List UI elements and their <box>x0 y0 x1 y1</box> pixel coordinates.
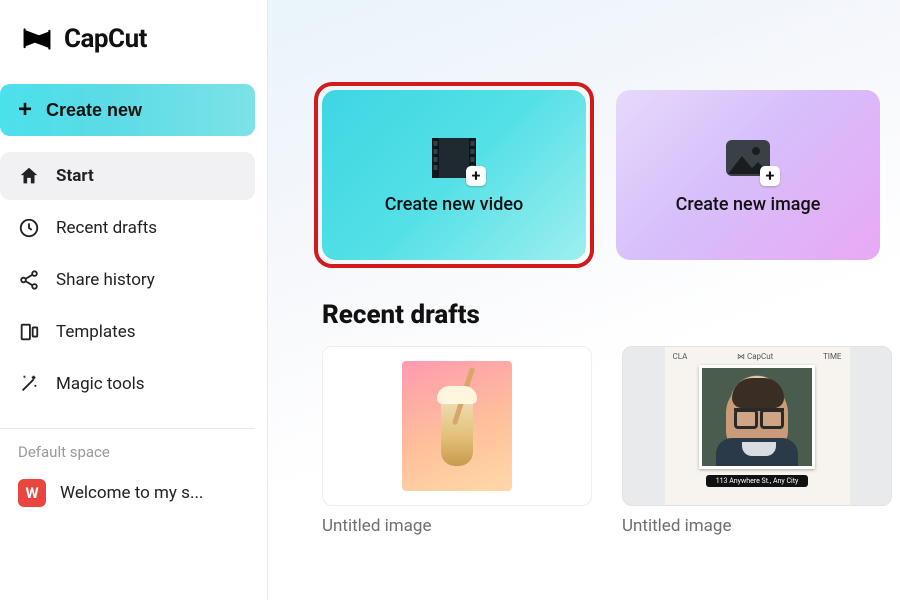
draft-grid: Untitled image CLA⋈ CapCutTIME 113 Anywh… <box>322 346 880 536</box>
sidebar-item-magic-tools[interactable]: Magic tools <box>0 360 255 408</box>
space-item-label: Welcome to my s... <box>60 483 203 503</box>
recent-drafts-title: Recent drafts <box>322 300 880 330</box>
brand-name: CapCut <box>64 24 147 54</box>
draft-thumbnail <box>322 346 592 506</box>
create-new-image-label: Create new image <box>676 194 821 215</box>
recent-drafts-section: Recent drafts Untitled image CLA⋈ CapCut… <box>278 260 900 536</box>
create-new-video-label: Create new video <box>385 194 523 215</box>
draft-card[interactable]: Untitled image <box>322 346 592 536</box>
sidebar-item-label: Magic tools <box>56 374 145 394</box>
clock-icon <box>18 217 40 239</box>
film-icon: + <box>428 136 480 180</box>
home-icon <box>18 165 40 187</box>
divider <box>0 428 255 429</box>
brand: CapCut <box>0 22 267 56</box>
create-new-button[interactable]: + Create new <box>0 84 255 136</box>
sidebar: CapCut + Create new Start Recent drafts … <box>0 0 268 600</box>
sidebar-item-label: Templates <box>56 322 136 342</box>
hero-row: + Create new video + Create new image <box>278 0 900 260</box>
sidebar-item-recent-drafts[interactable]: Recent drafts <box>0 204 255 252</box>
magic-icon <box>18 373 40 395</box>
sidebar-nav: Start Recent drafts Share history Templa… <box>0 150 267 410</box>
draft-name: Untitled image <box>622 516 892 536</box>
create-new-label: Create new <box>46 100 142 121</box>
sidebar-item-label: Recent drafts <box>56 218 157 238</box>
draft-thumbnail: CLA⋈ CapCutTIME 113 Anywhere St., Any Ci… <box>622 346 892 506</box>
sidebar-item-label: Share history <box>56 270 155 290</box>
draft-name: Untitled image <box>322 516 592 536</box>
plus-badge-icon: + <box>466 166 486 186</box>
sidebar-item-templates[interactable]: Templates <box>0 308 255 356</box>
sidebar-item-label: Start <box>56 166 94 186</box>
sidebar-item-start[interactable]: Start <box>0 152 255 200</box>
create-new-video-card[interactable]: + Create new video <box>322 90 586 260</box>
create-new-image-card[interactable]: + Create new image <box>616 90 880 260</box>
thumbnail-image <box>402 361 512 491</box>
capcut-logo-icon <box>20 22 54 56</box>
space-section-label: Default space <box>0 443 267 461</box>
thumbnail-image: CLA⋈ CapCutTIME 113 Anywhere St., Any Ci… <box>665 346 850 506</box>
plus-badge-icon: + <box>760 166 780 186</box>
draft-card[interactable]: CLA⋈ CapCutTIME 113 Anywhere St., Any Ci… <box>622 346 892 536</box>
space-avatar: W <box>18 479 46 507</box>
main-content: + Create new video + Create new image Re… <box>268 0 900 600</box>
space-item[interactable]: W Welcome to my s... <box>0 469 267 517</box>
sidebar-item-share-history[interactable]: Share history <box>0 256 255 304</box>
templates-icon <box>18 321 40 343</box>
share-icon <box>18 269 40 291</box>
image-icon: + <box>722 136 774 180</box>
